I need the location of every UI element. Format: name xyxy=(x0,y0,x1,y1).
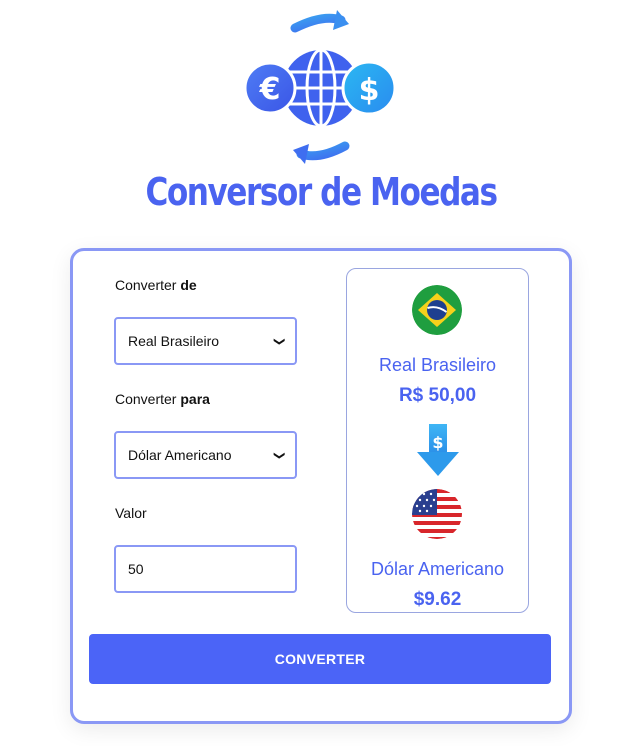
chevron-down-icon: ❮ xyxy=(272,450,285,460)
from-label: Converter de xyxy=(115,277,197,293)
from-label-bold: de xyxy=(180,277,197,293)
chevron-down-icon: ❮ xyxy=(272,336,285,346)
to-currency-select[interactable]: Dólar Americano ❮ xyxy=(114,431,297,479)
svg-text:$: $ xyxy=(432,433,443,452)
usa-flag-icon xyxy=(412,489,462,539)
to-label-bold: para xyxy=(180,391,210,407)
down-arrow-dollar-icon: $ xyxy=(417,424,459,476)
to-amount: $9.62 xyxy=(413,589,462,610)
page-title: Conversor de Moedas xyxy=(145,170,498,214)
from-currency-name: Real Brasileiro xyxy=(378,355,497,375)
amount-value: 50 xyxy=(128,561,144,577)
from-label-text: Converter xyxy=(115,277,181,293)
amount-input[interactable]: 50 xyxy=(114,545,297,593)
from-currency-select[interactable]: Real Brasileiro ❮ xyxy=(114,317,297,365)
converter-card: Converter de Real Brasileiro ❮ Converter… xyxy=(70,248,572,724)
convert-button[interactable]: CONVERTER xyxy=(89,634,551,684)
result-panel: Real Brasileiro R$ 50,00 $ Dólar America… xyxy=(346,268,529,613)
to-label-text: Converter xyxy=(115,391,181,407)
currency-exchange-logo-icon: € $ xyxy=(245,10,397,164)
svg-text:$: $ xyxy=(359,73,380,108)
from-currency-value: Real Brasileiro xyxy=(128,333,220,349)
svg-text:€: € xyxy=(259,72,281,107)
brazil-flag-icon xyxy=(412,285,462,335)
amount-label: Valor xyxy=(115,505,147,521)
from-amount: R$ 50,00 xyxy=(398,385,477,406)
to-currency-value: Dólar Americano xyxy=(128,447,232,463)
to-label: Converter para xyxy=(115,391,210,407)
to-currency-name: Dólar Americano xyxy=(370,559,505,579)
